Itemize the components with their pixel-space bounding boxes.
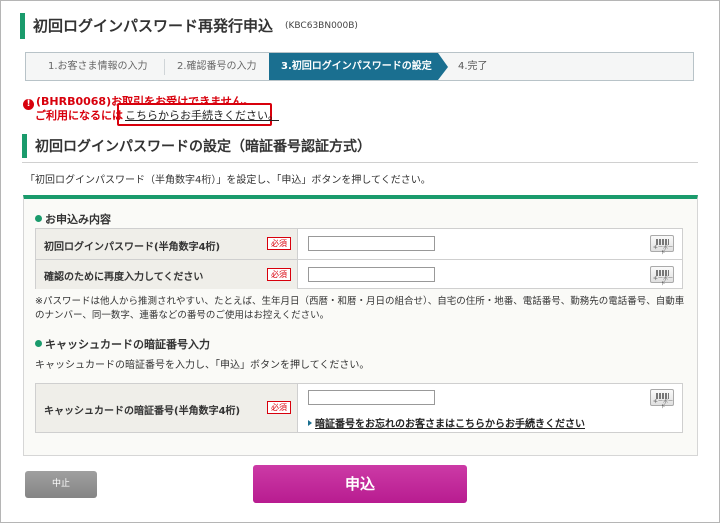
cancel-button[interactable]: 中止 — [25, 471, 97, 498]
screen-code: (KBC63BN000B) — [285, 21, 358, 31]
password-confirm-label-cell: 確認のために再度入力してください 必須 — [36, 260, 298, 289]
page: 初回ログインパスワード再発行申込 (KBC63BN000B) 1.お客さま情報の… — [0, 0, 720, 523]
required-badge: 必須 — [267, 401, 291, 414]
password-note: ※パスワードは他人から推測されやすい、たとえば、生年月日（西暦・和暦・月日の組合… — [35, 296, 685, 321]
title-accent-bar — [20, 13, 25, 39]
step-1: 1.お客さま情報の入力 — [48, 61, 148, 72]
password-label: 初回ログインパスワード(半角数字4桁) — [44, 242, 221, 253]
bullet-icon — [35, 215, 42, 222]
bullet-icon — [35, 340, 42, 347]
cash-card-heading: キャッシュカードの暗証番号入力 — [35, 336, 210, 352]
application-heading: お申込み内容 — [35, 211, 111, 227]
page-title: 初回ログインパスワード再発行申込 — [33, 17, 274, 35]
arrow-right-icon — [308, 420, 312, 426]
error-procedure-link[interactable]: こちらからお手続きください。 — [125, 107, 279, 123]
software-keyboard-button[interactable]: キーボード — [650, 235, 674, 256]
pin-table: キャッシュカードの暗証番号(半角数字4桁) 必須 キーボード 暗証番号をお忘れの… — [35, 383, 683, 433]
pin-label: キャッシュカードの暗証番号(半角数字4桁) — [44, 406, 241, 417]
step-divider — [164, 59, 165, 75]
password-input[interactable] — [308, 236, 435, 251]
software-keyboard-button[interactable]: キーボード — [650, 389, 674, 410]
section-title: 初回ログインパスワードの設定（暗証番号認証方式） — [35, 139, 371, 155]
password-confirm-label: 確認のために再度入力してください — [44, 272, 204, 283]
cash-card-description: キャッシュカードの暗証番号を入力し、「申込」ボタンを押してください。 — [35, 360, 370, 371]
required-badge: 必須 — [267, 268, 291, 281]
step-2: 2.確認番号の入力 — [177, 61, 257, 72]
pin-row: キャッシュカードの暗証番号(半角数字4桁) 必須 キーボード 暗証番号をお忘れの… — [36, 384, 682, 432]
section-accent-bar — [22, 134, 27, 158]
password-confirm-input[interactable] — [308, 267, 435, 282]
section-divider — [22, 162, 698, 163]
password-row: 初回ログインパスワード(半角数字4桁) 必須 キーボード — [36, 229, 682, 259]
pin-input[interactable] — [308, 390, 435, 405]
step-4: 4.完了 — [458, 61, 488, 72]
password-table: 初回ログインパスワード(半角数字4桁) 必須 キーボード 確認のために再度入力し… — [35, 228, 683, 289]
exclamation-icon: ! — [23, 99, 34, 110]
required-badge: 必須 — [267, 237, 291, 250]
step-indicator: 1.お客さま情報の入力 2.確認番号の入力 3.初回ログインパスワードの設定 4… — [25, 52, 694, 81]
password-label-cell: 初回ログインパスワード(半角数字4桁) 必須 — [36, 229, 298, 259]
password-confirm-row: 確認のために再度入力してください 必須 キーボード — [36, 259, 682, 289]
step-3-current: 3.初回ログインパスワードの設定 — [269, 53, 448, 80]
forgot-pin-link[interactable]: 暗証番号をお忘れのお客さまはこちらからお手続きください — [308, 415, 585, 430]
pin-label-cell: キャッシュカードの暗証番号(半角数字4桁) 必須 — [36, 384, 298, 432]
software-keyboard-button[interactable]: キーボード — [650, 266, 674, 287]
section-description: 「初回ログインパスワード（半角数字4桁）」を設定し、「申込」ボタンを押してくださ… — [25, 175, 431, 186]
error-instruction: ご利用になるには — [35, 109, 123, 122]
apply-button[interactable]: 申込 — [253, 465, 467, 503]
